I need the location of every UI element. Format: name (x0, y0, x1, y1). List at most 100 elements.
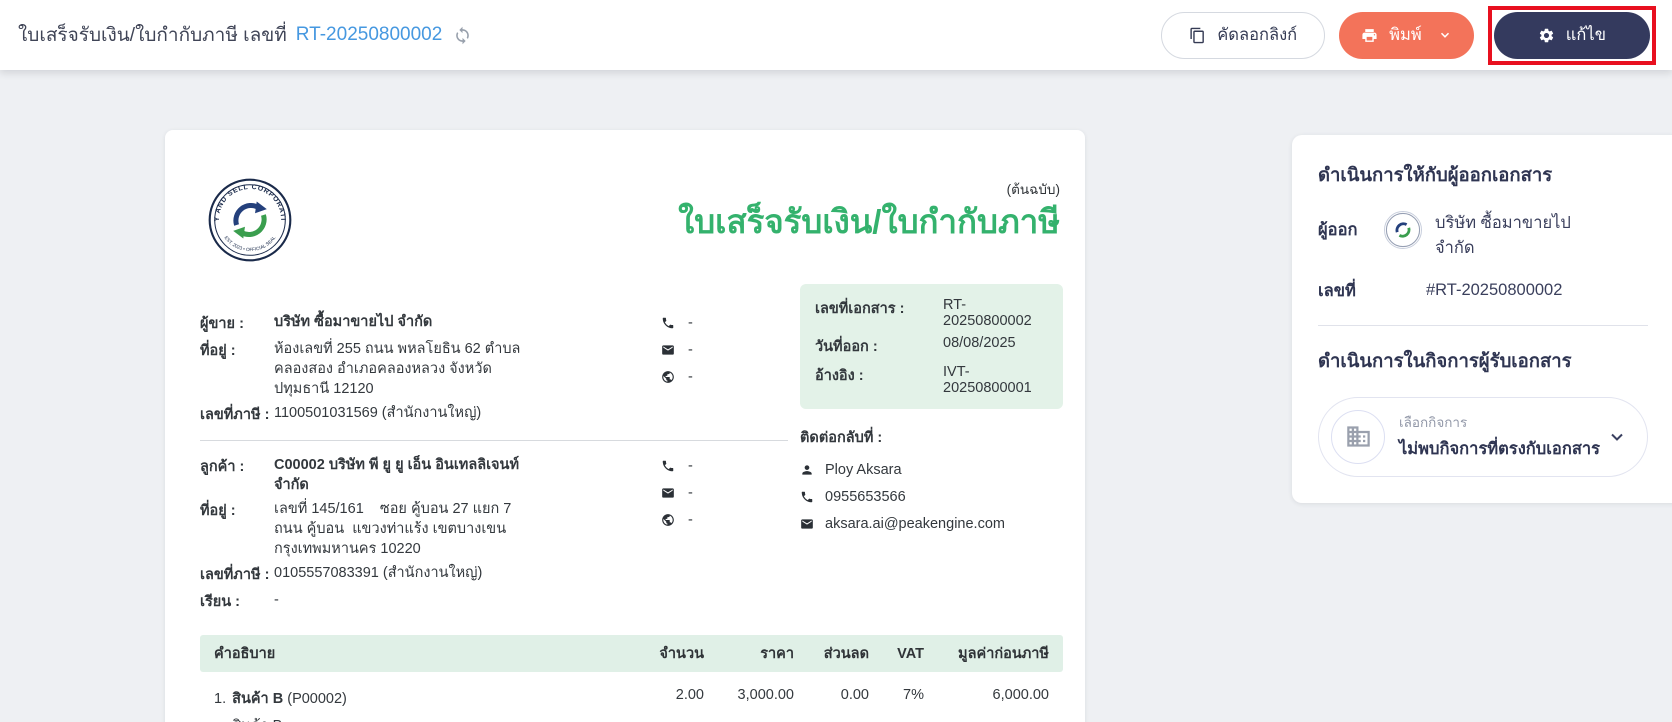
items-table-header: คำอธิบาย จำนวน ราคา ส่วนลด VAT มูลค่าก่อ… (200, 635, 1063, 672)
document-header: BUY AND SELL CORPORATION EST. 2023 • OFF… (200, 178, 1063, 262)
copy-link-button[interactable]: คัดลอกลิงก์ (1161, 11, 1326, 59)
doc-date-label: วันที่ออก : (815, 339, 878, 355)
issuer-number-value: #RT-20250800002 (1426, 281, 1563, 299)
party-divider (200, 440, 788, 441)
doc-ref-value: IVT-20250800001 (943, 364, 1032, 396)
globe-icon (662, 514, 674, 526)
customer-label: ลูกค้า : (200, 459, 245, 475)
gear-icon (1539, 28, 1553, 42)
item-description: สินค้า B (200, 710, 1063, 722)
customer-tax-id: 0105557083391 (สำนักงานใหญ่) (274, 565, 483, 581)
document-meta-column: เลขที่เอกสาร : RT-20250800002 วันที่ออก :… (800, 284, 1063, 617)
customer-contact-icons: - - - (661, 455, 731, 617)
parties-column: ผู้ขาย : บริษัท ซื้อมาขายไป จำกัด ที่อยู่… (200, 284, 790, 617)
issuer-row: ผู้ออก บริษัท ซื้อมาขายไป จำกัด (1318, 211, 1648, 261)
item-amount: 6,000.00 (992, 687, 1049, 703)
page-title-text: ใบเสร็จรับเงิน/ใบกำกับภาษี เลขที่ (18, 25, 287, 46)
issuer-label: ผู้ออก (1318, 221, 1358, 239)
doc-number-value: RT-20250800002 (943, 297, 1032, 329)
business-icon-circle (1331, 409, 1385, 464)
contact-name: Ploy Aksara (825, 462, 902, 478)
seller-website-value: - (688, 369, 693, 385)
item-price: 3,000.00 (737, 687, 794, 703)
item-vat: 7% (903, 687, 924, 703)
customer-address: เลขที่ 145/161 ซอย คู้บอน 27 แยก 7 ถนน ค… (274, 501, 512, 557)
seller-tax-id: 1100501031569 (สำนักงานใหญ่) (274, 405, 482, 421)
printer-icon (1362, 28, 1377, 42)
business-select-dropdown[interactable]: เลือกกิจการ ไม่พบกิจการที่ตรงกับเอกสาร (1318, 396, 1648, 477)
issuer-number-row: เลขที่ #RT-20250800002 (1318, 278, 1648, 304)
seller-contact-icons: - - - (661, 312, 731, 430)
customer-attn-value: - (274, 592, 279, 608)
header-quantity: จำนวน (659, 646, 704, 662)
customer-attn-label: เรียน : (200, 594, 241, 610)
document-info-box: เลขที่เอกสาร : RT-20250800002 วันที่ออก :… (800, 284, 1063, 409)
header-pre-tax-amount: มูลค่าก่อนภาษี (958, 646, 1049, 662)
print-button[interactable]: พิมพ์ (1339, 11, 1474, 59)
header-vat: VAT (897, 645, 924, 662)
chevron-down-icon (1611, 433, 1623, 441)
seller-email-value: - (688, 342, 693, 358)
phone-icon (662, 317, 674, 329)
page-title: ใบเสร็จรับเงิน/ใบกำกับภาษี เลขที่ RT-202… (18, 20, 472, 50)
contact-back-block: ติดต่อกลับที่ : Ploy Aksara 0955653566 a… (800, 426, 1063, 532)
doc-number-label: เลขที่เอกสาร : (815, 301, 905, 317)
document-title: ใบเสร็จรับเงิน/ใบกำกับภาษี (678, 203, 1060, 240)
content-area: BUY AND SELL CORPORATION EST. 2023 • OFF… (0, 70, 1672, 722)
print-label: พิมพ์ (1389, 26, 1422, 44)
person-icon (802, 465, 812, 475)
receiver-section-heading: ดำเนินการในกิจการผู้รับเอกสาร (1318, 349, 1572, 371)
contact-heading: ติดต่อกลับที่ : (800, 430, 883, 446)
seller-block: ผู้ขาย : บริษัท ซื้อมาขายไป จำกัด ที่อยู่… (200, 312, 790, 430)
company-seal-logo: BUY AND SELL CORPORATION EST. 2023 • OFF… (208, 178, 292, 262)
issuer-logo (1384, 211, 1422, 249)
issuer-number-label: เลขที่ (1318, 281, 1356, 300)
header-description: คำอธิบาย (214, 646, 276, 662)
app-bar: ใบเสร็จรับเงิน/ใบกำกับภาษี เลขที่ RT-202… (0, 0, 1672, 70)
edit-button[interactable]: แก้ไข (1493, 11, 1650, 59)
header-discount: ส่วนลด (823, 646, 869, 662)
header-price: ราคา (760, 646, 794, 662)
copy-link-label: คัดลอกลิงก์ (1217, 26, 1298, 44)
seller-label: ผู้ขาย : (200, 316, 244, 332)
business-select-label: เลือกกิจการ (1399, 415, 1468, 430)
email-icon (662, 345, 674, 355)
side-panel-divider (1318, 324, 1648, 326)
document-preview-card: BUY AND SELL CORPORATION EST. 2023 • OFF… (165, 130, 1085, 722)
actions-side-panel: ดำเนินการให้กับผู้ออกเอกสาร ผู้ออก บริษั… (1292, 135, 1672, 503)
issuer-name: บริษัท ซื้อมาขายไป จำกัด (1435, 214, 1571, 257)
item-discount: 0.00 (840, 687, 869, 703)
doc-date-value: 08/08/2025 (943, 335, 1016, 351)
issuer-section-heading: ดำเนินการให้กับผู้ออกเอกสาร (1318, 164, 1553, 185)
phone-icon (801, 491, 813, 503)
item-number: 1. (214, 691, 227, 707)
customer-tax-label: เลขที่ภาษี : (200, 567, 270, 583)
seller-tax-label: เลขที่ภาษี : (200, 407, 270, 423)
item-code: (P00002) (287, 691, 347, 707)
doc-ref-label: อ้างอิง : (815, 368, 864, 384)
customer-address-label: ที่อยู่ : (200, 503, 236, 519)
edit-label: แก้ไข (1565, 26, 1606, 44)
customer-phone-value: - (688, 458, 693, 474)
customer-website-value: - (688, 512, 693, 528)
items-table: คำอธิบาย จำนวน ราคา ส่วนลด VAT มูลค่าก่อ… (200, 635, 1063, 722)
document-info-grid: ผู้ขาย : บริษัท ซื้อมาขายไป จำกัด ที่อยู่… (200, 284, 1063, 617)
business-select-texts: เลือกกิจการ ไม่พบกิจการที่ตรงกับเอกสาร (1399, 411, 1601, 462)
refresh-icon[interactable] (453, 26, 472, 45)
business-select-value: ไม่พบกิจการที่ตรงกับเอกสาร (1399, 440, 1601, 458)
phone-icon (662, 460, 674, 472)
copy-icon (1190, 27, 1205, 43)
table-row: 1. สินค้า B (P00002) 2.00 3,000.00 0.00 7… (200, 672, 1063, 722)
chevron-down-icon (1440, 32, 1449, 38)
building-icon (1346, 426, 1370, 447)
email-icon (801, 519, 813, 529)
customer-email-value: - (688, 485, 693, 501)
document-number-link[interactable]: RT-20250800002 (296, 24, 443, 46)
appbar-actions: คัดลอกลิงก์ พิมพ์ แก้ไข (1161, 5, 1656, 65)
item-quantity: 2.00 (675, 687, 704, 703)
customer-block: ลูกค้า : C00002 บริษัท พี ยู ยู เอ็น อินเ… (200, 455, 790, 617)
seller-address: ห้องเลขที่ 255 ถนน พหลโยธิน 62 ตำบล คลอง… (274, 341, 521, 397)
copy-type-label: (ต้นฉบับ) (1006, 182, 1060, 197)
item-name: สินค้า B (232, 691, 284, 707)
email-icon (662, 488, 674, 498)
